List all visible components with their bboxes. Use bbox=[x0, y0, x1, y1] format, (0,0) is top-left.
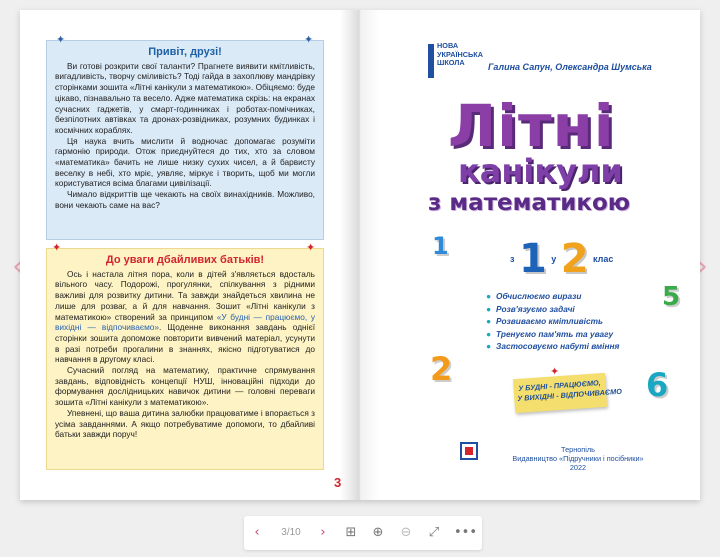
publication-year: 2022 bbox=[569, 463, 587, 472]
decorative-digit: 2 bbox=[430, 350, 453, 388]
feature-item: Застосовуємо набуті вміння bbox=[486, 340, 619, 353]
pushpin-icon: ✦ bbox=[52, 241, 62, 254]
decorative-digit: 5 bbox=[662, 282, 681, 312]
logo-text: НОВА УКРАЇНСЬКА ШКОЛА bbox=[437, 41, 484, 68]
grade-range: з 1 у 2 клас bbox=[510, 236, 614, 282]
nush-logo: НОВА УКРАЇНСЬКА ШКОЛА bbox=[428, 41, 484, 82]
grade-from: 1 bbox=[518, 236, 547, 282]
greeting-note: Привіт, друзі! Ви готові розкрити свої т… bbox=[46, 40, 324, 240]
page-counter: 3/10 bbox=[281, 527, 301, 538]
publisher-name: Видавництво «Підручники і посібники» bbox=[512, 454, 644, 463]
pushpin-icon: ✦ bbox=[56, 33, 66, 46]
parents-paragraph: Упевнені, що ваша дитина залюбки працюва… bbox=[55, 407, 315, 440]
grid-icon[interactable]: ⊞ bbox=[342, 524, 360, 542]
pushpin-icon: ✦ bbox=[550, 365, 560, 378]
decorative-digit: 1 bbox=[432, 232, 449, 260]
feature-item: Обчислюємо вирази bbox=[486, 290, 619, 303]
fullscreen-icon[interactable]: ⤢ bbox=[425, 524, 443, 542]
parents-note: До уваги дбайливих батьків! Ось і настал… bbox=[46, 248, 324, 470]
feature-list: Обчислюємо вирази Розв'язуємо задачі Роз… bbox=[486, 290, 619, 353]
title-z-matematykoyu: з математикою bbox=[428, 190, 631, 216]
pushpin-icon: ✦ bbox=[306, 241, 316, 254]
zoom-out-icon[interactable]: ⊖ bbox=[397, 524, 415, 542]
flipbook-spread: Привіт, друзі! Ви готові розкрити свої т… bbox=[20, 10, 700, 500]
zoom-in-icon[interactable]: ⊕ bbox=[369, 524, 387, 542]
title-litni: Літні bbox=[448, 92, 615, 160]
more-icon[interactable]: ••• bbox=[454, 524, 477, 542]
grade-prefix: з bbox=[510, 254, 515, 264]
parents-title: До уваги дбайливих батьків! bbox=[105, 254, 265, 266]
chevron-right-icon[interactable]: › bbox=[314, 524, 332, 542]
greeting-title: Привіт, друзі! bbox=[148, 46, 222, 58]
feature-item: Розв'язуємо задачі bbox=[486, 303, 619, 316]
parents-paragraph: Сучасний погляд на математику, практичне… bbox=[55, 365, 315, 408]
decorative-digit: 6 bbox=[646, 366, 669, 404]
publisher-logo-icon bbox=[460, 442, 478, 460]
title-kanikuly: канікули bbox=[458, 152, 623, 190]
authors: Галина Сапун, Олександра Шумська bbox=[488, 62, 652, 72]
feature-item: Розвиваємо кмітливість bbox=[486, 315, 619, 328]
pushpin-icon: ✦ bbox=[304, 33, 314, 46]
chevron-left-icon[interactable]: ‹ bbox=[248, 524, 266, 542]
publisher-city: Тернопіль bbox=[561, 445, 595, 454]
grade-to: 2 bbox=[560, 236, 589, 282]
greeting-paragraph: Ця наука вчить мислити й водночас допома… bbox=[55, 135, 315, 189]
right-page-cover: НОВА УКРАЇНСЬКА ШКОЛА Галина Сапун, Олек… bbox=[360, 10, 700, 500]
grade-suffix: клас bbox=[593, 254, 614, 264]
parents-paragraph: Ось і настала літня пора, коли в дітей з… bbox=[55, 268, 315, 365]
greeting-paragraph: Чимало відкриттів ще чекають на своїх ви… bbox=[55, 189, 315, 210]
page-number: 3 bbox=[334, 475, 342, 490]
viewer-toolbar: ‹ 3/10 › ⊞ ⊕ ⊖ ⤢ ••• bbox=[244, 516, 482, 550]
motto-sticker: У БУДНІ - ПРАЦЮЄМО, У ВИХІДНІ - ВІДПОЧИВ… bbox=[512, 372, 622, 414]
left-page: Привіт, друзі! Ви готові розкрити свої т… bbox=[20, 10, 360, 500]
logo-bar bbox=[428, 44, 434, 78]
grade-middle: у bbox=[551, 254, 557, 264]
feature-item: Тренуємо пам'ять та увагу bbox=[486, 328, 619, 341]
greeting-paragraph: Ви готові розкрити свої таланти? Прагнет… bbox=[55, 60, 315, 135]
publisher-info: Тернопіль Видавництво «Підручники і посі… bbox=[488, 445, 668, 472]
